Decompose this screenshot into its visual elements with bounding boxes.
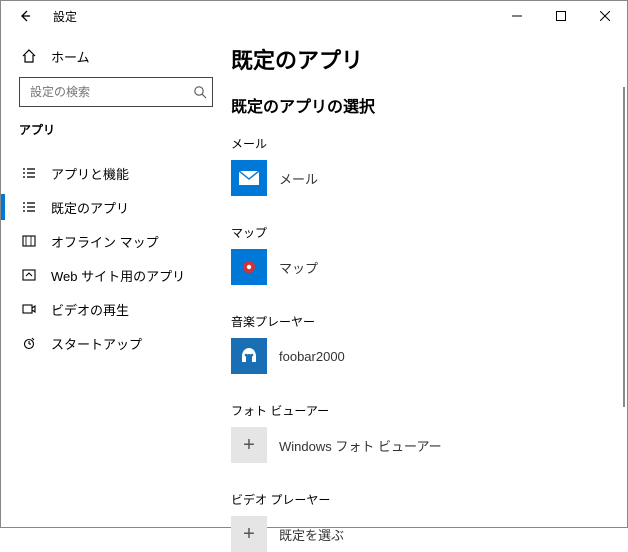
category-maps: マップ マップ (231, 224, 627, 285)
sidebar-item-offline-maps[interactable]: オフライン マップ (1, 224, 231, 258)
sidebar-item-label: 既定のアプリ (51, 198, 129, 217)
startup-icon (21, 335, 37, 351)
titlebar: 設定 (1, 1, 627, 31)
minimize-icon (512, 11, 522, 21)
category-label: フォト ビューアー (231, 402, 627, 419)
video-icon (21, 301, 37, 317)
app-name: メール (279, 169, 318, 188)
category-label: ビデオ プレーヤー (231, 491, 627, 508)
sidebar-nav: アプリと機能 既定のアプリ オフライン マップ Web サイト用のアプリ (1, 156, 231, 360)
maximize-icon (556, 11, 566, 21)
sidebar-home[interactable]: ホーム (1, 41, 231, 71)
home-icon (21, 48, 37, 64)
sidebar-item-video-playback[interactable]: ビデオの再生 (1, 292, 231, 326)
sidebar-home-label: ホーム (51, 47, 90, 66)
minimize-button[interactable] (495, 1, 539, 31)
section-subtitle: 既定のアプリの選択 (231, 93, 627, 117)
search-box[interactable] (19, 77, 213, 107)
search-input[interactable] (28, 84, 187, 100)
sidebar-item-label: Web サイト用のアプリ (51, 266, 185, 285)
back-arrow-icon (18, 9, 32, 23)
sidebar-item-label: ビデオの再生 (51, 300, 129, 319)
back-button[interactable] (13, 4, 37, 28)
category-video: ビデオ プレーヤー + 既定を選ぶ (231, 491, 627, 552)
category-label: メール (231, 135, 627, 152)
maximize-button[interactable] (539, 1, 583, 31)
plus-icon: + (231, 516, 267, 552)
map-icon (21, 233, 37, 249)
defaults-icon (21, 199, 37, 215)
category-photo: フォト ビューアー + Windows フォト ビューアー (231, 402, 627, 463)
default-app-photo[interactable]: + Windows フォト ビューアー (231, 427, 627, 463)
main-area: ホーム アプリ アプリと機能 既定のアプリ (1, 31, 627, 529)
app-name: Windows フォト ビューアー (279, 436, 442, 455)
category-label: 音楽プレーヤー (231, 313, 627, 330)
content-area: 既定のアプリ 既定のアプリの選択 メール メール マップ マップ (231, 31, 627, 529)
default-app-maps[interactable]: マップ (231, 249, 627, 285)
app-name: 既定を選ぶ (279, 525, 344, 544)
default-app-mail[interactable]: メール (231, 160, 627, 196)
search-icon (193, 85, 207, 99)
category-music: 音楽プレーヤー foobar2000 (231, 313, 627, 374)
default-app-video[interactable]: + 既定を選ぶ (231, 516, 627, 552)
sidebar-item-label: オフライン マップ (51, 232, 159, 251)
sidebar-item-apps-for-websites[interactable]: Web サイト用のアプリ (1, 258, 231, 292)
plus-icon: + (231, 427, 267, 463)
window-title: 設定 (53, 8, 77, 25)
app-name: マップ (279, 258, 318, 277)
page-title: 既定のアプリ (231, 43, 627, 75)
category-label: マップ (231, 224, 627, 241)
mail-icon (231, 160, 267, 196)
default-app-music[interactable]: foobar2000 (231, 338, 627, 374)
sidebar-item-startup[interactable]: スタートアップ (1, 326, 231, 360)
sidebar: ホーム アプリ アプリと機能 既定のアプリ (1, 31, 231, 529)
sidebar-item-default-apps[interactable]: 既定のアプリ (1, 190, 231, 224)
sidebar-section-label: アプリ (1, 121, 231, 146)
sidebar-item-apps-features[interactable]: アプリと機能 (1, 156, 231, 190)
app-name: foobar2000 (279, 349, 345, 364)
window-controls (495, 1, 627, 31)
close-button[interactable] (583, 1, 627, 31)
foobar-icon (231, 338, 267, 374)
sidebar-item-label: アプリと機能 (51, 164, 129, 183)
sidebar-item-label: スタートアップ (51, 334, 142, 353)
maps-icon (231, 249, 267, 285)
list-icon (21, 165, 37, 181)
category-mail: メール メール (231, 135, 627, 196)
close-icon (600, 11, 610, 21)
scrollbar[interactable] (623, 87, 625, 407)
website-icon (21, 267, 37, 283)
